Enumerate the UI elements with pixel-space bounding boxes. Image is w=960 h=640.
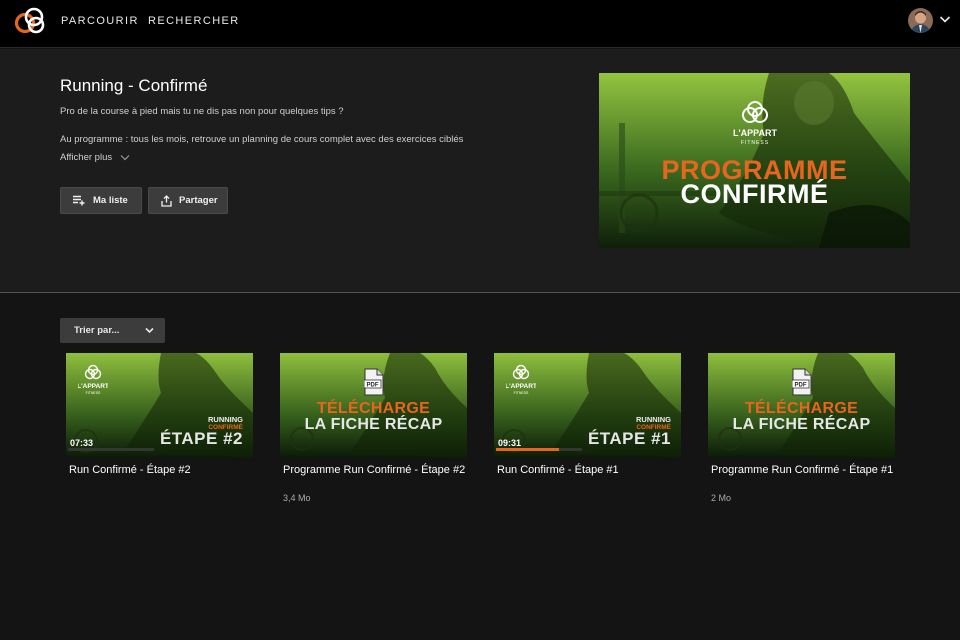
video-duration: 07:33: [70, 438, 94, 448]
document-card[interactable]: PDF TÉLÉCHARGE LA FICHE RÉCAP Programme …: [708, 353, 895, 503]
thumbnail-step-label: ÉTAPE #2: [159, 429, 243, 448]
svg-text:FITNESS: FITNESS: [741, 140, 769, 146]
nav-browse-link[interactable]: PARCOURIR: [61, 15, 139, 27]
file-size: 3,4 Mo: [283, 493, 311, 503]
video-thumbnail[interactable]: L'APPART FITNESS RUNNING CONFIRMÉ ÉTAPE …: [66, 353, 253, 458]
lappart-logo-icon: L'APPART FITNESS: [78, 364, 108, 395]
document-title[interactable]: Programme Run Confirmé - Étape #2: [283, 463, 467, 478]
share-label: Partager: [179, 195, 218, 206]
show-more-button[interactable]: Afficher plus: [60, 152, 130, 163]
watch-progress-fill: [496, 448, 559, 451]
video-duration: 09:31: [498, 438, 522, 448]
svg-text:L'APPART: L'APPART: [506, 383, 536, 390]
chevron-down-icon: [120, 155, 130, 161]
watch-progress-bar: [68, 448, 154, 451]
lappart-logo-icon: L'APPART FITNESS: [733, 101, 777, 146]
section-divider: [0, 292, 960, 293]
svg-text:FITNESS: FITNESS: [86, 391, 101, 395]
chevron-down-icon: [145, 327, 154, 334]
program-banner-image: L'APPART FITNESS PROGRAMME CONFIRMÉ: [599, 73, 910, 248]
playlist-add-icon: [73, 195, 85, 206]
document-title[interactable]: Programme Run Confirmé - Étape #1: [711, 463, 895, 478]
show-more-label: Afficher plus: [60, 152, 113, 163]
page-title: Running - Confirmé: [60, 76, 208, 95]
video-thumbnail[interactable]: L'APPART FITNESS RUNNING CONFIRMÉ ÉTAPE …: [494, 353, 681, 458]
pdf-badge-label: PDF: [795, 383, 807, 389]
add-to-my-list-button[interactable]: Ma liste: [60, 187, 142, 214]
video-card[interactable]: L'APPART FITNESS RUNNING CONFIRMÉ ÉTAPE …: [66, 353, 253, 476]
pdf-badge-label: PDF: [367, 383, 379, 389]
pdf-file-icon: PDF: [792, 368, 812, 396]
thumbnail-recap-label: LA FICHE RÉCAP: [732, 416, 871, 433]
svg-text:L'APPART: L'APPART: [78, 383, 108, 390]
document-thumbnail[interactable]: PDF TÉLÉCHARGE LA FICHE RÉCAP: [280, 353, 467, 458]
video-title[interactable]: Run Confirmé - Étape #2: [69, 463, 253, 478]
nav-search-link[interactable]: RECHERCHER: [148, 15, 240, 27]
sort-label: Trier par...: [74, 325, 120, 336]
lappart-logo-icon: L'APPART FITNESS: [506, 364, 536, 395]
pdf-file-icon: PDF: [364, 368, 384, 396]
banner-title-line2: CONFIRMÉ: [680, 179, 829, 209]
document-thumbnail[interactable]: PDF TÉLÉCHARGE LA FICHE RÉCAP: [708, 353, 895, 458]
svg-text:FITNESS: FITNESS: [514, 391, 529, 395]
lappart-rings-logo-icon[interactable]: [14, 6, 48, 36]
thumbnail-running-label: RUNNING: [208, 415, 243, 424]
top-navigation-bar: PARCOURIR RECHERCHER: [0, 0, 960, 48]
sort-dropdown[interactable]: Trier par...: [60, 318, 165, 343]
thumbnail-running-label: RUNNING: [636, 415, 671, 424]
program-description: Pro de la course à pied mais tu ne dis p…: [60, 106, 344, 117]
thumbnail-recap-label: LA FICHE RÉCAP: [304, 416, 443, 433]
program-details: Au programme : tous les mois, retrouve u…: [60, 134, 464, 145]
my-list-label: Ma liste: [93, 195, 128, 206]
user-avatar[interactable]: [908, 8, 933, 33]
video-card[interactable]: L'APPART FITNESS RUNNING CONFIRMÉ ÉTAPE …: [494, 353, 681, 476]
document-card[interactable]: PDF TÉLÉCHARGE LA FICHE RÉCAP Programme …: [280, 353, 467, 503]
video-title[interactable]: Run Confirmé - Étape #1: [497, 463, 681, 478]
file-size: 2 Mo: [711, 493, 732, 503]
share-icon: [161, 194, 172, 207]
share-button[interactable]: Partager: [148, 187, 228, 214]
chevron-down-icon[interactable]: [939, 14, 951, 24]
watch-progress-bar: [496, 448, 582, 451]
user-photo-icon: [908, 8, 933, 33]
thumbnail-step-label: ÉTAPE #1: [587, 429, 671, 448]
svg-text:L'APPART: L'APPART: [733, 128, 777, 138]
